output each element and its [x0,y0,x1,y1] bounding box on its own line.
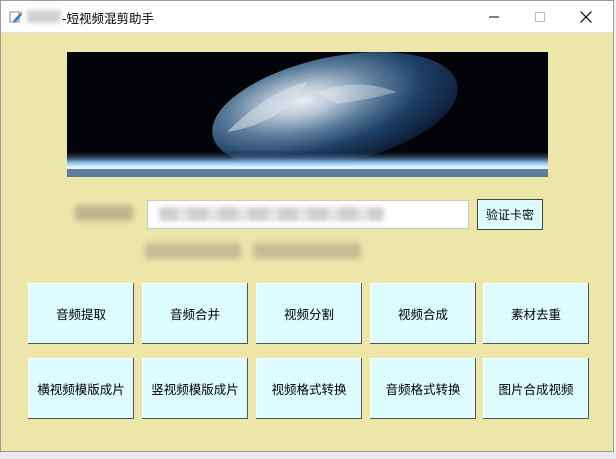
close-icon [580,10,592,23]
desktop-background-strip [0,452,616,459]
minimize-button[interactable] [471,1,517,32]
close-button[interactable] [563,1,609,32]
card-key-value-redacted [159,207,384,221]
title-bar[interactable]: -短视频混剪助手 [1,1,613,33]
audio-format-convert-button[interactable]: 音频格式转换 [370,358,476,419]
card-label-redacted [75,205,133,221]
title-redacted-region [27,10,61,23]
video-split-button[interactable]: 视频分割 [256,283,362,344]
video-compose-button[interactable]: 视频合成 [370,283,476,344]
image-to-video-button[interactable]: 图片合成视频 [483,358,589,419]
material-dedupe-button[interactable]: 素材去重 [483,283,589,344]
audio-extract-button[interactable]: 音频提取 [28,283,134,344]
video-format-convert-button[interactable]: 视频格式转换 [256,358,362,419]
window-title: -短视频混剪助手 [62,11,155,26]
landscape-template-button[interactable]: 横视频模版成片 [28,358,134,419]
audio-merge-button[interactable]: 音频合并 [142,283,248,344]
maximize-icon [535,11,545,22]
earth-banner-image [67,52,548,177]
minimize-icon [489,16,499,17]
info-text-redacted-2 [253,243,361,259]
pen-app-icon [9,9,23,23]
verify-card-button[interactable]: 验证卡密 [477,199,543,230]
info-text-redacted-1 [145,243,241,259]
maximize-button[interactable] [517,1,563,32]
app-window: -短视频混剪助手 验证卡密 音频提取 音频合并 视频分割 视频合成 素材去重 横… [0,0,614,452]
portrait-template-button[interactable]: 竖视频模版成片 [142,358,248,419]
